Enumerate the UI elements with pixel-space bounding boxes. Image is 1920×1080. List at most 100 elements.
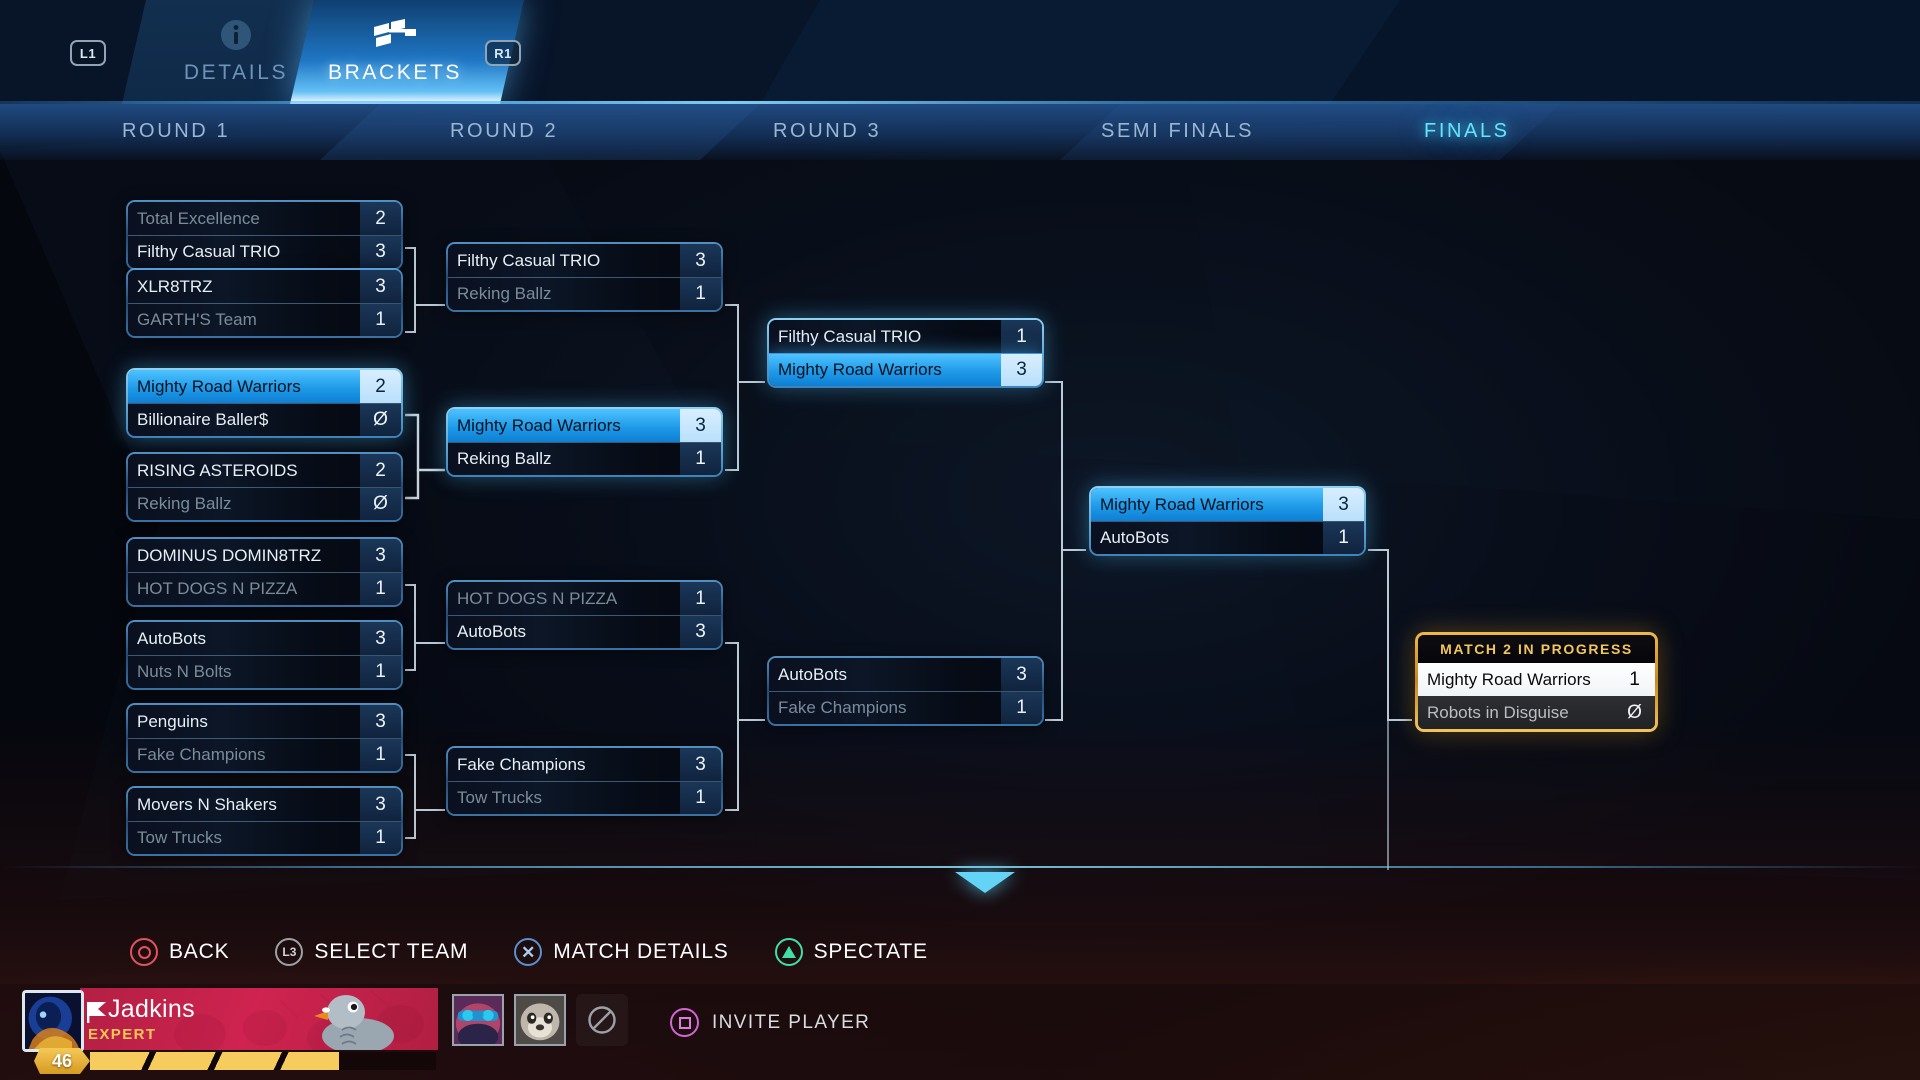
match-r2-4[interactable]: Fake Champions 3 Tow Trucks 1 (446, 746, 723, 816)
match-row[interactable]: Mighty Road Warriors 2 (128, 370, 401, 403)
tab-brackets[interactable]: BRACKETS (290, 0, 525, 104)
team-score: 3 (360, 705, 401, 738)
team-name: Reking Ballz (457, 284, 552, 303)
match-details-label: MATCH DETAILS (553, 940, 729, 963)
back-button-label: BACK (169, 940, 230, 963)
match-row[interactable]: Robots in Disguise Ø (1418, 696, 1655, 729)
scroll-down-chevron-icon[interactable] (955, 872, 1015, 893)
match-row[interactable]: Movers N Shakers 3 (128, 788, 401, 821)
back-button[interactable]: BACK (130, 938, 229, 966)
match-row[interactable]: Nuts N Bolts 1 (128, 655, 401, 688)
match-row[interactable]: Reking Ballz Ø (128, 487, 401, 520)
match-r2-2[interactable]: Mighty Road Warriors 3 Reking Ballz 1 (446, 407, 723, 477)
team-name: HOT DOGS N PIZZA (457, 588, 618, 608)
xp-progress-bar (90, 1052, 436, 1070)
team-name: Mighty Road Warriors (457, 415, 621, 435)
match-r2-1[interactable]: Filthy Casual TRIO 3 Reking Ballz 1 (446, 242, 723, 312)
team-score: 3 (360, 270, 401, 303)
match-r1-5[interactable]: DOMINUS DOMIN8TRZ 3 HOT DOGS N PIZZA 1 (126, 537, 403, 607)
team-name: Reking Ballz (457, 449, 552, 468)
match-row[interactable]: AutoBots 3 (128, 622, 401, 655)
match-r2-3[interactable]: HOT DOGS N PIZZA 1 AutoBots 3 (446, 580, 723, 650)
avatar[interactable] (22, 990, 84, 1052)
match-row[interactable]: Total Excellence 2 (128, 202, 401, 235)
team-score: 1 (1001, 320, 1042, 353)
match-row[interactable]: Reking Ballz 1 (448, 442, 721, 475)
brackets-flag-icon (372, 16, 418, 54)
team-score: 1 (360, 573, 401, 605)
match-row[interactable]: GARTH'S Team 1 (128, 303, 401, 336)
team-score: Ø (360, 488, 401, 520)
match-row[interactable]: Penguins 3 (128, 705, 401, 738)
match-row[interactable]: Fake Champions 3 (448, 748, 721, 781)
team-name: DOMINUS DOMIN8TRZ (137, 545, 322, 565)
bracket-area: Total Excellence 2 Filthy Casual TRIO 3 … (0, 160, 1920, 875)
info-icon (219, 16, 253, 54)
match-row[interactable]: Fake Champions 1 (128, 738, 401, 771)
team-name: Filthy Casual TRIO (778, 326, 922, 346)
player-bar: Jadkins EXPERT 46 INVITE PLAYER (0, 984, 1920, 1080)
triangle-button-icon (774, 938, 803, 966)
l3-stick-icon: L3 (275, 938, 304, 966)
match-row[interactable]: Mighty Road Warriors 3 (448, 409, 721, 442)
party-slot-empty[interactable] (576, 994, 628, 1046)
no-entry-icon (588, 1006, 616, 1034)
match-row[interactable]: RISING ASTEROIDS 2 (128, 454, 401, 487)
match-row[interactable]: Fake Champions 1 (769, 691, 1042, 724)
match-row[interactable]: Mighty Road Warriors 1 (1418, 663, 1655, 696)
match-r1-2[interactable]: XLR8TRZ 3 GARTH'S Team 1 (126, 268, 403, 338)
team-score: 3 (680, 244, 721, 277)
match-row[interactable]: Billionaire Baller$ Ø (128, 403, 401, 436)
tab-brackets-label: BRACKETS (328, 61, 462, 84)
team-score: 1 (1323, 522, 1364, 554)
invite-player-button[interactable]: INVITE PLAYER (670, 1008, 870, 1037)
team-score: Ø (1627, 701, 1642, 723)
match-row[interactable]: HOT DOGS N PIZZA 1 (128, 572, 401, 605)
match-row[interactable]: DOMINUS DOMIN8TRZ 3 (128, 539, 401, 572)
match-r1-4[interactable]: RISING ASTEROIDS 2 Reking Ballz Ø (126, 452, 403, 522)
spectate-button[interactable]: SPECTATE (774, 938, 928, 966)
party-member-1-avatar[interactable] (452, 994, 504, 1046)
match-row[interactable]: Tow Trucks 1 (448, 781, 721, 814)
team-score: 1 (1629, 668, 1640, 690)
match-details-button[interactable]: ✕ MATCH DETAILS (514, 938, 728, 966)
select-team-button[interactable]: L3 SELECT TEAM (275, 938, 468, 966)
player-card[interactable]: Jadkins EXPERT 46 (18, 986, 438, 1072)
bumper-l1-label: L1 (79, 45, 97, 61)
match-semifinal-1[interactable]: Mighty Road Warriors 3 AutoBots 1 (1089, 486, 1366, 556)
match-finals-in-progress[interactable]: MATCH 2 IN PROGRESS Mighty Road Warriors… (1415, 632, 1658, 732)
team-name: AutoBots (778, 664, 847, 684)
match-r1-1[interactable]: Total Excellence 2 Filthy Casual TRIO 3 (126, 200, 403, 270)
match-row[interactable]: HOT DOGS N PIZZA 1 (448, 582, 721, 615)
match-row[interactable]: AutoBots 3 (769, 658, 1042, 691)
bumper-l1-button[interactable]: L1 (70, 40, 106, 66)
match-r3-1[interactable]: Filthy Casual TRIO 1 Mighty Road Warrior… (767, 318, 1044, 388)
team-name: AutoBots (137, 628, 206, 648)
match-r3-2[interactable]: AutoBots 3 Fake Champions 1 (767, 656, 1044, 726)
team-score: 1 (680, 443, 721, 475)
party-member-2-avatar[interactable] (514, 994, 566, 1046)
team-score: 1 (360, 304, 401, 336)
match-row[interactable]: Tow Trucks 1 (128, 821, 401, 854)
clan-flag-icon (86, 1000, 108, 1029)
match-row[interactable]: AutoBots 1 (1091, 521, 1364, 554)
match-row[interactable]: XLR8TRZ 3 (128, 270, 401, 303)
team-score: 1 (360, 739, 401, 771)
match-row[interactable]: Filthy Casual TRIO 3 (448, 244, 721, 277)
player-rank: EXPERT (88, 1026, 157, 1043)
team-name: RISING ASTEROIDS (137, 460, 298, 480)
team-name: Robots in Disguise (1427, 702, 1569, 722)
match-r1-6[interactable]: AutoBots 3 Nuts N Bolts 1 (126, 620, 403, 690)
player-name: Jadkins (108, 995, 195, 1023)
match-row[interactable]: Reking Ballz 1 (448, 277, 721, 310)
team-score: 3 (680, 409, 721, 442)
match-row[interactable]: Mighty Road Warriors 3 (769, 353, 1042, 386)
match-r1-8[interactable]: Movers N Shakers 3 Tow Trucks 1 (126, 786, 403, 856)
match-row[interactable]: AutoBots 3 (448, 615, 721, 648)
match-r1-3-selected[interactable]: Mighty Road Warriors 2 Billionaire Balle… (126, 368, 403, 438)
match-row[interactable]: Filthy Casual TRIO 3 (128, 235, 401, 268)
match-r1-7[interactable]: Penguins 3 Fake Champions 1 (126, 703, 403, 773)
match-row[interactable]: Filthy Casual TRIO 1 (769, 320, 1042, 353)
avatar-art (25, 993, 81, 1049)
match-row[interactable]: Mighty Road Warriors 3 (1091, 488, 1364, 521)
